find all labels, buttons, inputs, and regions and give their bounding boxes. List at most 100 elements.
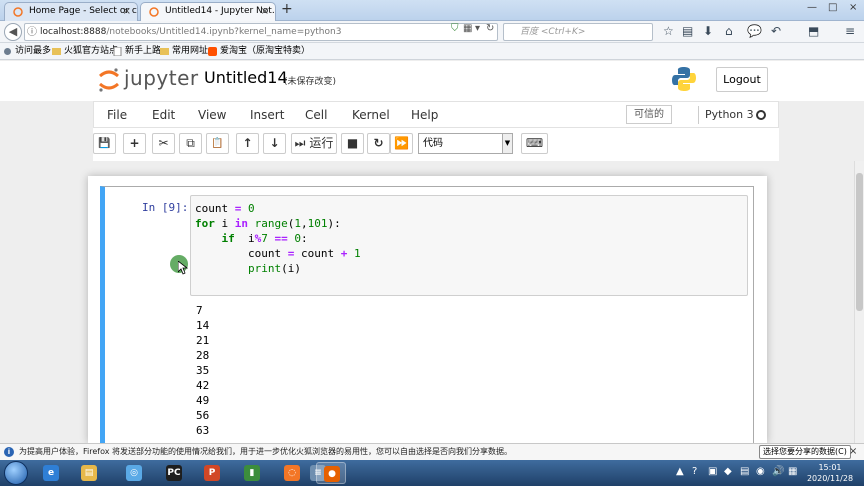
save-button[interactable]: 💾	[93, 133, 116, 154]
bookmark-common-sites[interactable]: 常用网址	[160, 43, 208, 60]
system-clock[interactable]: 15:01 2020/11/28	[806, 462, 854, 484]
tab-home-page[interactable]: Home Page - Select or c... ×	[4, 2, 138, 21]
navigation-bar: ◀ localhost:8888/notebooks/Untitled14.ip…	[0, 21, 864, 43]
code-line[interactable]: for i in range(1,101):	[195, 216, 361, 231]
scrollbar-thumb[interactable]	[856, 173, 863, 311]
code-token: for	[195, 217, 215, 230]
reading-list-icon[interactable]: ▤	[682, 24, 693, 38]
menu-help[interactable]: Help	[411, 108, 438, 122]
menu-cell[interactable]: Cell	[305, 108, 327, 122]
home-icon[interactable]: ⌂	[725, 24, 733, 38]
qr-icon[interactable]: ▦	[463, 23, 472, 34]
taskbar-app-ppt[interactable]: P	[197, 462, 227, 484]
kernel-name[interactable]: Python 3	[705, 108, 754, 121]
close-window-button[interactable]: ×	[849, 2, 857, 13]
taskbar-app-firefox[interactable]: ●	[316, 462, 346, 484]
reload-icon[interactable]: ↻	[486, 23, 494, 34]
taskbar-app-explorer[interactable]: ▤	[74, 462, 104, 484]
code-editor[interactable]: count = 0 for i in range(1,101): if i%7 =…	[195, 201, 361, 276]
taskbar-app-chart-app[interactable]: ▮	[237, 462, 267, 484]
url-bar[interactable]: localhost:8888/notebooks/Untitled14.ipyn…	[24, 23, 498, 41]
explorer-icon: ▤	[81, 465, 97, 481]
tray-icon[interactable]: ▦	[788, 466, 797, 477]
restart-icon: ↻	[373, 136, 384, 150]
taskbar-app-network[interactable]: ◎	[119, 462, 149, 484]
tray-icon[interactable]: ▣	[708, 466, 717, 477]
menu-kernel[interactable]: Kernel	[352, 108, 390, 122]
taskbar-app-pycharm[interactable]: PC	[159, 462, 189, 484]
paste-button[interactable]: 📋	[206, 133, 229, 154]
stop-icon: ■	[346, 136, 359, 150]
tray-icon[interactable]: ▲	[676, 466, 684, 477]
notebook-title[interactable]: Untitled14	[204, 68, 288, 87]
code-token: count	[294, 247, 341, 260]
command-palette-button[interactable]: ⌨	[521, 133, 548, 154]
bookmark-label: 火狐官方站点	[64, 46, 119, 56]
run-button[interactable]: ⏭ 运行	[291, 133, 337, 154]
notification-bar: i 为提高用户体验，Firefox 将发送部分功能的使用情况给我们，用于进一步优…	[0, 443, 864, 460]
tray-icon[interactable]: ▤	[740, 466, 749, 477]
menu-edit[interactable]: Edit	[152, 108, 175, 122]
ie-icon: e	[43, 465, 59, 481]
star-icon[interactable]: ☆	[663, 24, 674, 38]
restart-button[interactable]: ↻	[367, 133, 390, 154]
move-down-button[interactable]: ↓	[263, 133, 286, 154]
code-line[interactable]: count = count + 1	[195, 246, 361, 261]
download-icon[interactable]: ⬇	[703, 24, 713, 38]
paste-icon: 📋	[211, 138, 224, 149]
bookmark-firefox-official[interactable]: 火狐官方站点	[52, 43, 118, 60]
jupyter-logo-text[interactable]: jupyter	[124, 66, 199, 90]
menu-icon[interactable]: ≡	[845, 24, 855, 38]
search-input[interactable]: 百度 <Ctrl+K>	[503, 23, 653, 41]
dropdown-icon[interactable]: ▾	[475, 23, 480, 34]
minimize-button[interactable]: —	[807, 2, 817, 13]
undo-icon[interactable]: ↶	[771, 24, 781, 38]
jupyter-logo-icon[interactable]	[97, 66, 121, 94]
tray-icon[interactable]: ?	[692, 466, 697, 477]
menu-insert[interactable]: Insert	[250, 108, 284, 122]
bookmark-getting-started[interactable]: 新手上路	[113, 43, 161, 60]
menu-view[interactable]: View	[198, 108, 226, 122]
firefox-icon: ●	[324, 466, 340, 482]
move-up-button[interactable]: ↑	[236, 133, 259, 154]
restart-run-all-button[interactable]: ⏩	[390, 133, 413, 154]
maximize-button[interactable]: □	[828, 2, 837, 13]
taskbar-app-ie[interactable]: e	[36, 462, 66, 484]
tab-close-icon[interactable]: ×	[123, 3, 131, 20]
code-token: 0	[294, 232, 301, 245]
shield-icon[interactable]: ⛉	[451, 23, 459, 34]
tab-untitled14[interactable]: Untitled14 - Jupyter Not... ×	[140, 2, 276, 21]
logout-button[interactable]: Logout	[716, 67, 768, 92]
notebook-toolbar: 💾 + ✂ ⧉ 📋 ↑ ↓ ⏭ 运行 ■ ↻ ⏩ 代码 ▼ ⌨	[93, 128, 779, 161]
bookmark-taobao[interactable]: 爱淘宝（原淘宝特卖）	[208, 43, 310, 60]
menu-file[interactable]: File	[107, 108, 127, 122]
code-line[interactable]: count = 0	[195, 201, 361, 216]
extension-icon[interactable]: ⬒	[808, 24, 819, 38]
info-icon[interactable]: ⓘ	[27, 23, 37, 38]
tray-icon[interactable]: ◆	[724, 466, 732, 477]
interrupt-button[interactable]: ■	[341, 133, 364, 154]
cell-type-select[interactable]: 代码 ▼	[418, 133, 513, 154]
jupyter-tab-icon	[13, 7, 23, 17]
start-button[interactable]	[4, 461, 28, 485]
code-line[interactable]: print(i)	[195, 261, 361, 276]
tab-close-icon[interactable]: ×	[261, 3, 269, 20]
tray-icon[interactable]: ◉	[756, 466, 765, 477]
output-line: 35	[196, 364, 210, 377]
code-token: ==	[274, 232, 288, 245]
kernel-idle-indicator	[756, 110, 766, 120]
tray-icon[interactable]: 🔊	[772, 466, 784, 477]
choose-data-share-button[interactable]: 选择您要分享的数据(C)	[759, 445, 851, 459]
cut-button[interactable]: ✂	[152, 133, 175, 154]
insert-cell-button[interactable]: +	[123, 133, 146, 154]
bookmark-most-visited[interactable]: 访问最多	[3, 43, 51, 60]
back-button[interactable]: ◀	[4, 23, 22, 41]
close-icon[interactable]: ×	[849, 444, 857, 460]
new-tab-button[interactable]: +	[281, 1, 293, 17]
vertical-scrollbar[interactable]	[854, 161, 864, 443]
trusted-indicator[interactable]: 可信的	[626, 105, 672, 124]
copy-button[interactable]: ⧉	[179, 133, 202, 154]
output-line: 49	[196, 394, 210, 407]
chat-icon[interactable]: 💬	[747, 24, 762, 38]
code-line[interactable]: if i%7 == 0:	[195, 231, 361, 246]
